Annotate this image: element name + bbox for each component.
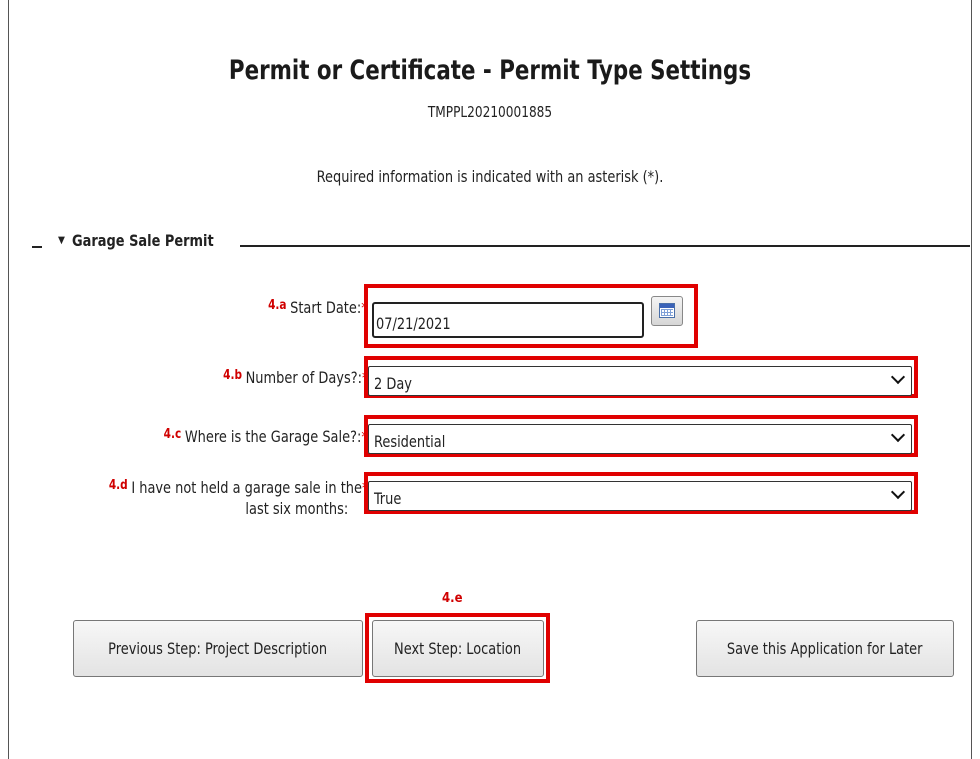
calendar-icon[interactable] <box>651 296 683 326</box>
section-title: Garage Sale Permit <box>72 231 214 250</box>
number-of-days-select[interactable]: 2 Day <box>368 366 912 396</box>
collapse-dash <box>32 232 42 248</box>
section-divider <box>240 245 970 247</box>
start-date-label: 4.a Start Date:* <box>268 298 368 317</box>
previous-step-button[interactable]: Previous Step: Project Description <box>73 620 363 677</box>
chevron-down-icon <box>890 427 906 443</box>
number-of-days-label: 4.b Number of Days?:* <box>222 368 368 387</box>
step-tag: 4.d <box>108 478 128 493</box>
step-tag-next: 4.e <box>442 591 463 606</box>
no-prior-sale-label: 4.d I have not held a garage sale in the* <box>108 478 368 497</box>
step-tag: 4.c <box>163 427 182 442</box>
save-for-later-button[interactable]: Save this Application for Later <box>696 620 954 677</box>
no-prior-sale-select[interactable]: True <box>368 481 912 511</box>
page-title: Permit or Certificate - Permit Type Sett… <box>228 55 752 86</box>
chevron-down-icon <box>890 369 906 385</box>
step-tag: 4.a <box>268 298 287 313</box>
required-note: Required information is indicated with a… <box>316 167 664 186</box>
record-number: TMPPL20210001885 <box>427 103 553 121</box>
next-step-button[interactable]: Next Step: Location <box>372 620 544 677</box>
chevron-down-icon <box>890 484 906 500</box>
no-prior-sale-label-line2: last six months: <box>245 499 348 518</box>
start-date-input[interactable]: 07/21/2021 <box>372 302 644 338</box>
step-tag: 4.b <box>222 368 242 383</box>
garage-sale-location-label: 4.c Where is the Garage Sale?:* <box>163 427 368 446</box>
garage-sale-location-select[interactable]: Residential <box>368 424 912 454</box>
triangle-down-icon[interactable]: ▼ <box>58 235 65 246</box>
